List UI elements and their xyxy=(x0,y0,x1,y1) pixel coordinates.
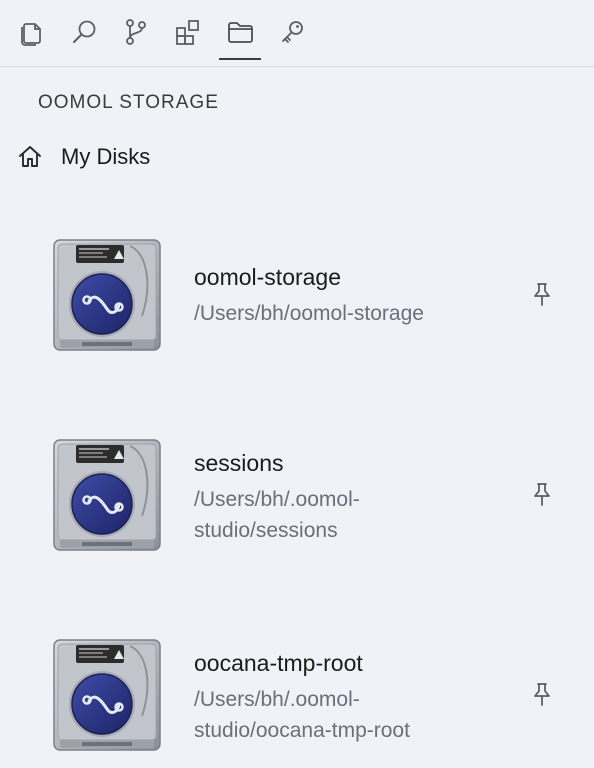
disk-path-line: studio/oocana-tmp-root xyxy=(194,719,410,742)
disk-item-sessions[interactable]: sessions /Users/bh/.oomol- studio/sessio… xyxy=(0,436,594,566)
secrets-button[interactable] xyxy=(272,12,312,52)
disk-path-line: /Users/bh/oomol-storage xyxy=(194,302,424,325)
disk-path-line: studio/sessions xyxy=(194,519,338,542)
disk-item-oocana-tmp-root[interactable]: oocana-tmp-root /Users/bh/.oomol- studio… xyxy=(0,636,594,766)
pin-button[interactable] xyxy=(528,480,556,508)
search-icon xyxy=(73,20,96,43)
pin-icon xyxy=(534,683,550,706)
files-icon xyxy=(21,23,41,46)
extensions-button[interactable] xyxy=(168,12,208,52)
search-button[interactable] xyxy=(64,12,104,52)
source-control-icon xyxy=(126,19,146,45)
home-icon xyxy=(16,143,44,171)
pin-button[interactable] xyxy=(528,280,556,308)
hard-drive-icon xyxy=(50,436,164,554)
explorer-button[interactable] xyxy=(12,12,52,52)
pin-icon xyxy=(534,283,550,306)
extensions-icon xyxy=(176,20,199,45)
pin-button[interactable] xyxy=(528,680,556,708)
disk-path: /Users/bh/oomol-storage xyxy=(194,298,494,329)
disk-path: /Users/bh/.oomol- studio/oocana-tmp-root xyxy=(194,684,494,746)
key-icon xyxy=(282,21,303,43)
storage-button[interactable] xyxy=(219,12,261,60)
disk-name: sessions xyxy=(194,450,284,476)
disk-path-line: /Users/bh/.oomol- xyxy=(194,688,360,711)
section-title: OOMOL STORAGE xyxy=(38,92,219,113)
activity-toolbar xyxy=(0,0,594,67)
hard-drive-icon xyxy=(50,236,164,354)
disk-name: oomol-storage xyxy=(194,264,342,290)
hard-drive-icon xyxy=(50,636,164,754)
folder-icon xyxy=(228,22,253,43)
breadcrumb-label: My Disks xyxy=(61,144,151,169)
breadcrumb-my-disks[interactable]: My Disks xyxy=(16,142,150,172)
disk-item-oomol-storage[interactable]: oomol-storage /Users/bh/oomol-storage xyxy=(0,236,594,366)
disk-path: /Users/bh/.oomol- studio/sessions xyxy=(194,484,494,546)
disk-name: oocana-tmp-root xyxy=(194,650,363,676)
disk-path-line: /Users/bh/.oomol- xyxy=(194,488,360,511)
source-control-button[interactable] xyxy=(116,12,156,52)
pin-icon xyxy=(534,483,550,506)
